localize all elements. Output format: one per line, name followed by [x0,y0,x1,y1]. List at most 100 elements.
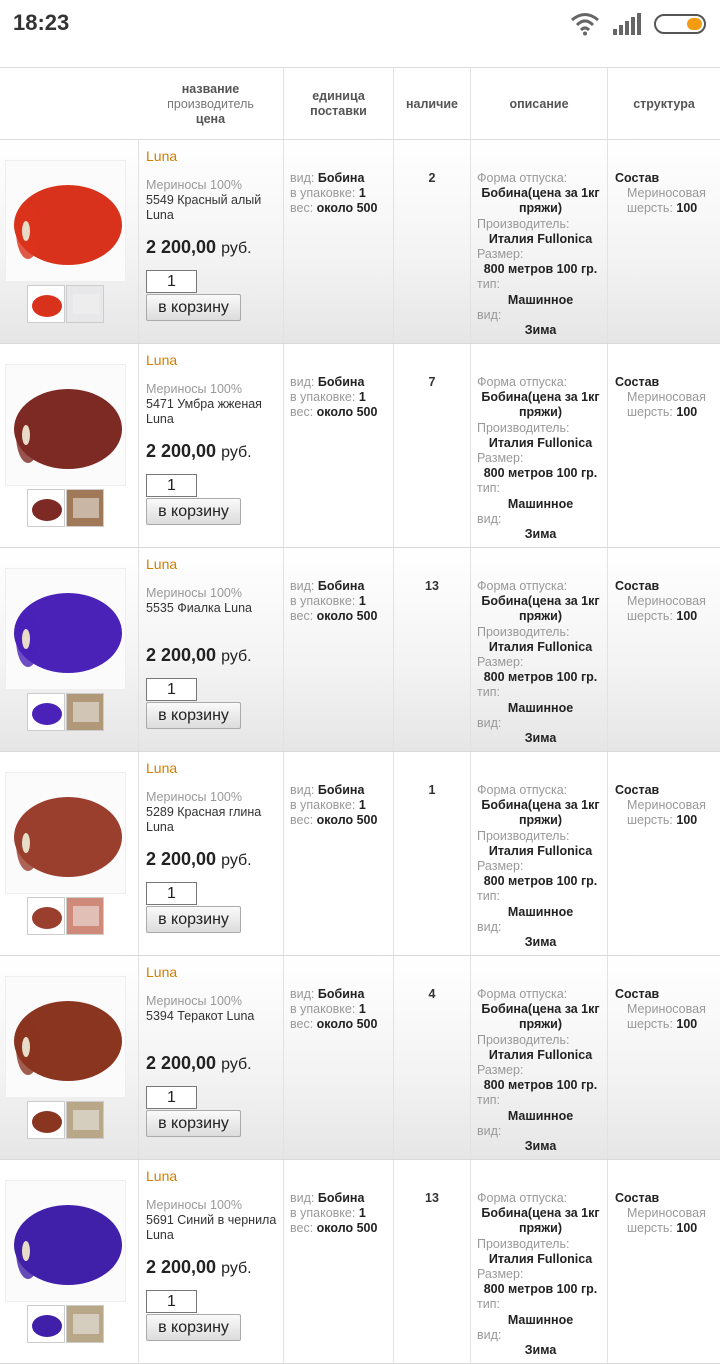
size-value: 800 метров 100 гр. [483,1282,598,1297]
brand-link[interactable]: Luna [146,148,177,164]
weight-label: вес: [290,1017,314,1031]
brand-link[interactable]: Luna [146,760,177,776]
kind-label: вид: [477,1327,502,1342]
structure: Состав Мериносовая шерсть: 100 [615,987,719,1032]
type-value: Машинное [507,496,574,511]
table-row: Luna Мериносы 100% 5691 Синий в чернила … [0,1160,720,1364]
quantity-input[interactable]: 1 [146,678,197,701]
pack-label: в упаковке: [290,1206,356,1220]
add-to-cart-button[interactable]: в корзину [146,1110,241,1137]
form-value: Бобина(цена за 1кг пряжи) [481,186,600,216]
structure-cell: Состав Мериносовая шерсть: 100 [607,1160,720,1363]
type-label: тип: [477,889,500,904]
price-currency: руб. [221,1260,252,1277]
stock-cell: 2 [393,140,470,343]
signal-icon [613,13,641,35]
product-name[interactable]: 5549 Красный алый Luna [146,193,278,223]
quantity-input[interactable]: 1 [146,882,197,905]
add-to-cart-button[interactable]: в корзину [146,1314,241,1341]
product-image[interactable] [5,976,126,1098]
thumbnail-1[interactable] [27,1305,65,1343]
thumbnail-1[interactable] [27,1101,65,1139]
product-name[interactable]: 5471 Умбра жженая Luna [146,397,278,427]
image-cell [0,344,138,547]
composition-text: Мериносы 100% [146,178,242,192]
product-name[interactable]: 5394 Теракот Luna [146,1009,278,1024]
kind-label: вид: [477,919,502,934]
brand-link[interactable]: Luna [146,556,177,572]
table-row: Luna Мериносы 100% 5549 Красный алый Lun… [0,140,720,344]
price-value: 2 200,00 [146,237,217,257]
add-to-cart-button[interactable]: в корзину [146,498,241,525]
pack-label: в упаковке: [290,594,356,608]
size-value: 800 метров 100 гр. [483,874,598,889]
thumbnail-2[interactable] [66,897,104,935]
thumbnail-2[interactable] [66,489,104,527]
unit-cell: вид: Бобина в упаковке: 1 вес: около 500 [283,344,393,547]
status-bar: 18:23 [0,0,720,66]
product-name[interactable]: 5691 Синий в чернила Luna [146,1213,278,1243]
product-image[interactable] [5,160,126,282]
stock-count: 7 [428,375,436,389]
size-label: Размер: [477,1063,524,1078]
structure-percent: 100 [676,1017,698,1031]
maker-label: Производитель: [477,1236,570,1251]
thumbnail-1[interactable] [27,285,65,323]
type-value: Машинное [507,1108,574,1123]
wifi-icon [571,13,599,36]
description: Форма отпуска: Бобина(цена за 1кг пряжи)… [477,1191,604,1358]
add-to-cart-button[interactable]: в корзину [146,906,241,933]
header-description-label: описание [509,96,569,111]
stock-cell: 13 [393,548,470,751]
unit-info: вид: Бобина в упаковке: 1 вес: около 500 [290,171,377,216]
product-name[interactable]: 5535 Фиалка Luna [146,601,278,616]
description: Форма отпуска: Бобина(цена за 1кг пряжи)… [477,783,604,950]
brand-link[interactable]: Luna [146,1168,177,1184]
price-currency: руб. [221,240,252,257]
description: Форма отпуска: Бобина(цена за 1кг пряжи)… [477,171,604,338]
kind-value: Зима [524,323,557,338]
size-value: 800 метров 100 гр. [483,670,598,685]
form-label: Форма отпуска: [477,783,568,797]
quantity-input[interactable]: 1 [146,270,197,293]
quantity-input[interactable]: 1 [146,1290,197,1313]
structure-percent: 100 [676,1221,698,1235]
quantity-input[interactable]: 1 [146,474,197,497]
thumbnail-2[interactable] [66,1305,104,1343]
brand-link[interactable]: Luna [146,964,177,980]
image-cell [0,1160,138,1363]
brand-link[interactable]: Luna [146,352,177,368]
product-image[interactable] [5,568,126,690]
maker-label: Производитель: [477,624,570,639]
unit-kind-value: Бобина [317,783,365,797]
kind-value: Зима [524,1343,557,1358]
thumbnail-2[interactable] [66,285,104,323]
unit-info: вид: Бобина в упаковке: 1 вес: около 500 [290,1191,377,1236]
name-cell: Luna Мериносы 100% 5691 Синий в чернила … [138,1160,283,1363]
type-label: тип: [477,277,500,292]
weight-label: вес: [290,405,314,419]
price-value: 2 200,00 [146,849,217,869]
add-to-cart-button[interactable]: в корзину [146,702,241,729]
thumbnail-1[interactable] [27,897,65,935]
battery-icon [654,14,706,34]
description-cell: Форма отпуска: Бобина(цена за 1кг пряжи)… [470,956,607,1159]
thumbnail-1[interactable] [27,489,65,527]
quantity-input[interactable]: 1 [146,1086,197,1109]
product-image[interactable] [5,1180,126,1302]
kind-value: Зима [524,731,557,746]
thumbnail-2[interactable] [66,693,104,731]
thumbnail-2[interactable] [66,1101,104,1139]
unit-kind-label: вид: [290,171,315,185]
unit-kind-value: Бобина [317,1191,365,1205]
product-image[interactable] [5,364,126,486]
maker-label: Производитель: [477,216,570,231]
type-label: тип: [477,685,500,700]
weight-label: вес: [290,813,314,827]
type-value: Машинное [507,700,574,715]
product-name[interactable]: 5289 Красная глина Luna [146,805,278,835]
add-to-cart-button[interactable]: в корзину [146,294,241,321]
product-image[interactable] [5,772,126,894]
thumbnail-1[interactable] [27,693,65,731]
unit-kind-label: вид: [290,987,315,1001]
